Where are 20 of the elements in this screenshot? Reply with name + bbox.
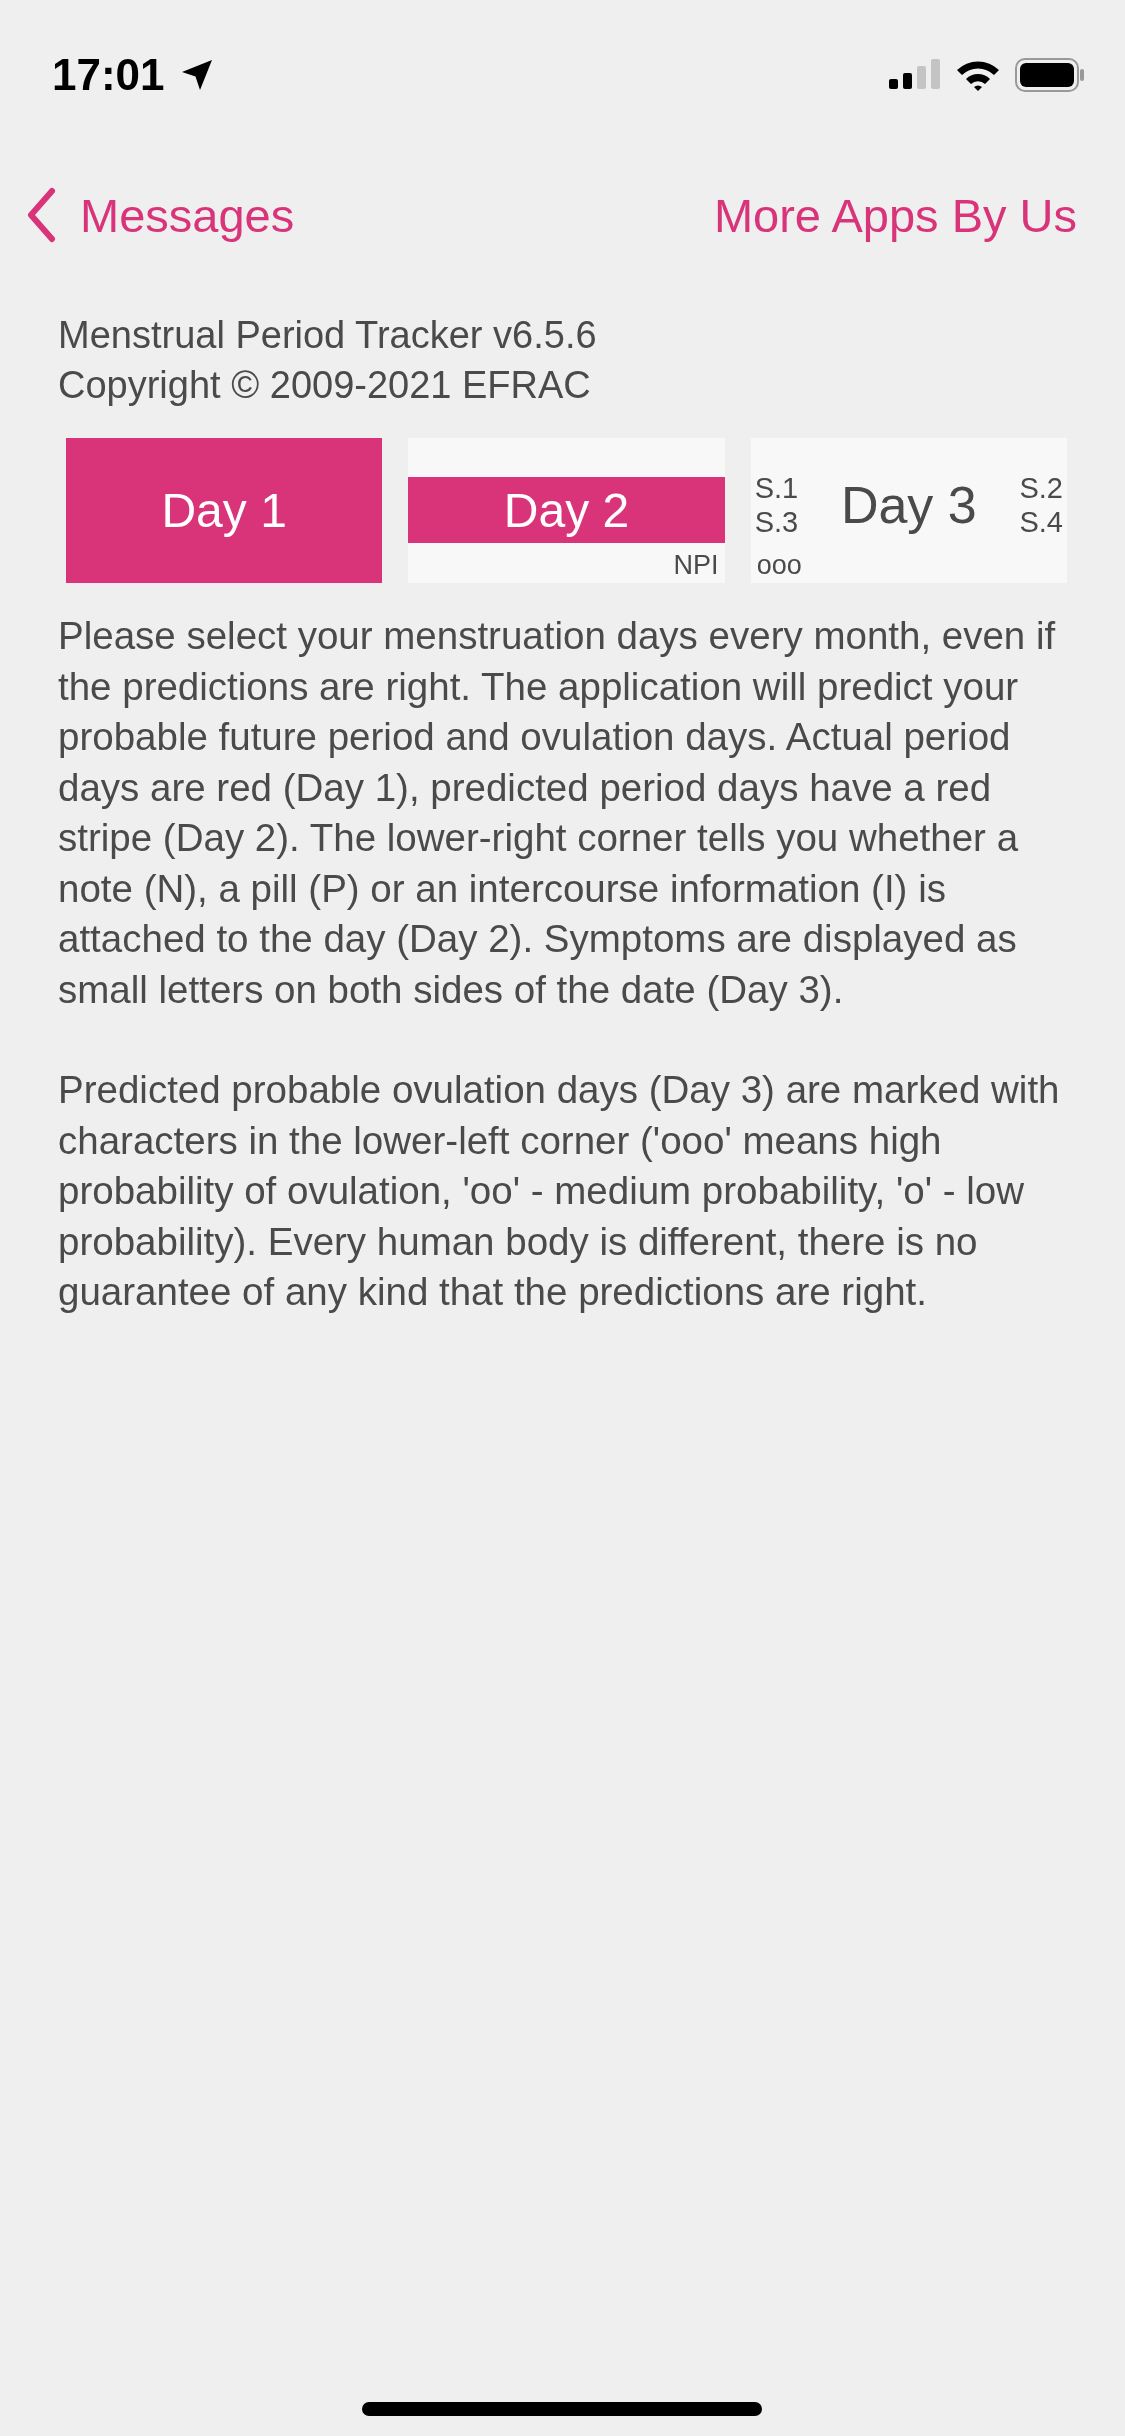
wifi-icon [955, 58, 1001, 92]
help-paragraph: Predicted probable ovulation days (Day 3) are marked with characters in the lower-left corner ('ooo' means high probability of ovulation, 'oo' - medium probability, 'o' - low probability). Every human body is different, there is no guarantee of any kind that the predictions are right. [58, 1067, 1061, 1315]
more-apps-link[interactable]: More Apps By Us [713, 187, 1077, 243]
symptom-label: S.2 [1019, 470, 1063, 505]
day-label: Day 3 [840, 474, 977, 535]
help-paragraph: Please select your menstruation days every month, even if the predictions are right. The application will predict your probable future period and ovulation days. Actual period days are red (Day 1), predicted period days have a red stripe (Day 2). The lower-right corner tells you whether a note (N), a pill (P) or an intercourse information (I) is attached to the day (Day 2). Symptoms are displayed as small letters on both sides of the date (Day 3). [58, 613, 1057, 1013]
status-time: 17:01 [52, 50, 165, 100]
symptom-label: S.4 [1019, 504, 1063, 539]
signal-icon [889, 59, 941, 91]
about-line: Menstrual Period Tracker v6.5.6 [58, 313, 598, 358]
back-button[interactable]: Messages [26, 187, 295, 243]
day-label: Day 2 [503, 482, 630, 538]
back-chevron-icon [26, 187, 56, 243]
battery-icon [1015, 58, 1085, 92]
day-marks: NPI [673, 549, 719, 582]
day-label: Day 1 [161, 483, 287, 538]
symptom-label: S.1 [754, 470, 799, 505]
ovulation-marks: ooo [756, 549, 802, 582]
about-line: Copyright © 2009-2021 EFRAC [58, 363, 592, 408]
symptom-label: S.3 [754, 504, 799, 539]
